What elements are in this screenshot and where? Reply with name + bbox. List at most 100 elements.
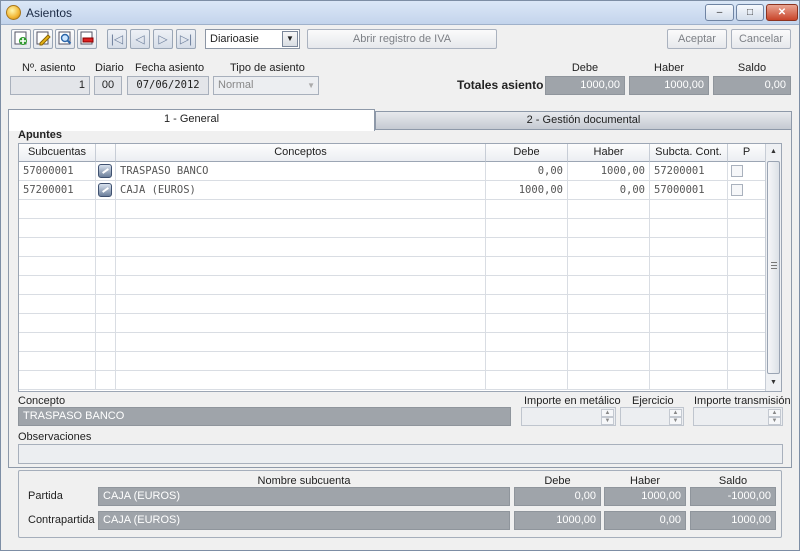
empty-row[interactable]	[19, 333, 766, 352]
next-icon[interactable]: ▷	[153, 29, 173, 49]
empty-cell[interactable]	[96, 314, 116, 333]
empty-cell[interactable]	[486, 314, 568, 333]
empty-cell[interactable]	[728, 314, 766, 333]
empty-cell[interactable]	[568, 371, 650, 390]
cell-concepto[interactable]: CAJA (EUROS)	[116, 181, 486, 200]
last-icon[interactable]: ▷|	[176, 29, 196, 49]
notebook-icon[interactable]	[96, 162, 116, 181]
col-haber[interactable]: Haber	[568, 144, 650, 162]
empty-cell[interactable]	[96, 352, 116, 371]
empty-cell[interactable]	[486, 200, 568, 219]
diario-field[interactable]: 00	[94, 76, 122, 95]
empty-row[interactable]	[19, 200, 766, 219]
empty-cell[interactable]	[19, 352, 96, 371]
cell-debe[interactable]: 0,00	[486, 162, 568, 181]
empty-cell[interactable]	[19, 371, 96, 390]
empty-row[interactable]	[19, 371, 766, 390]
empty-cell[interactable]	[486, 238, 568, 257]
empty-cell[interactable]	[728, 276, 766, 295]
col-subcta-cont[interactable]: Subcta. Cont.	[650, 144, 728, 162]
empty-cell[interactable]	[116, 257, 486, 276]
chevron-down-icon[interactable]: ▼	[282, 31, 298, 47]
empty-cell[interactable]	[19, 200, 96, 219]
empty-cell[interactable]	[568, 276, 650, 295]
observaciones-field[interactable]	[18, 444, 783, 464]
cell-contrapartida[interactable]: 57200001	[650, 162, 728, 181]
scroll-down-icon[interactable]: ▼	[766, 375, 781, 391]
empty-cell[interactable]	[650, 276, 728, 295]
empty-cell[interactable]	[19, 238, 96, 257]
empty-cell[interactable]	[486, 371, 568, 390]
empty-cell[interactable]	[19, 257, 96, 276]
cell-concepto[interactable]: TRASPASO BANCO	[116, 162, 486, 181]
empty-cell[interactable]	[96, 371, 116, 390]
empty-cell[interactable]	[650, 200, 728, 219]
table-row[interactable]: 57000001 TRASPASO BANCO 0,00 1000,00 572…	[19, 162, 766, 181]
p-checkbox[interactable]	[731, 184, 743, 196]
concepto-field[interactable]: TRASPASO BANCO	[18, 407, 511, 426]
empty-cell[interactable]	[19, 276, 96, 295]
empty-row[interactable]	[19, 276, 766, 295]
spin-up-icon[interactable]: ▲	[768, 409, 781, 417]
empty-cell[interactable]	[96, 276, 116, 295]
empty-cell[interactable]	[650, 238, 728, 257]
empty-cell[interactable]	[568, 219, 650, 238]
empty-cell[interactable]	[728, 257, 766, 276]
iva-register-button[interactable]: Abrir registro de IVA	[307, 29, 497, 49]
cell-contrapartida[interactable]: 57000001	[650, 181, 728, 200]
scroll-thumb[interactable]	[767, 161, 780, 374]
empty-cell[interactable]	[116, 371, 486, 390]
importe-transmision-field[interactable]: ▲ ▼	[693, 407, 783, 426]
empty-cell[interactable]	[116, 352, 486, 371]
empty-cell[interactable]	[116, 314, 486, 333]
empty-row[interactable]	[19, 257, 766, 276]
fecha-field[interactable]: 07/06/2012	[127, 76, 209, 95]
empty-row[interactable]	[19, 295, 766, 314]
empty-cell[interactable]	[728, 238, 766, 257]
empty-row[interactable]	[19, 219, 766, 238]
maximize-button[interactable]: □	[736, 4, 764, 21]
empty-cell[interactable]	[650, 314, 728, 333]
num-asiento-field[interactable]: 1	[10, 76, 90, 95]
empty-cell[interactable]	[486, 295, 568, 314]
empty-cell[interactable]	[568, 238, 650, 257]
spin-down-icon[interactable]: ▼	[768, 417, 781, 425]
empty-cell[interactable]	[728, 371, 766, 390]
scroll-up-icon[interactable]: ▲	[766, 144, 781, 160]
table-row[interactable]: 57200001 CAJA (EUROS) 1000,00 0,00 57000…	[19, 181, 766, 200]
prev-icon[interactable]: ◁	[130, 29, 150, 49]
empty-cell[interactable]	[650, 257, 728, 276]
empty-row[interactable]	[19, 238, 766, 257]
minimize-button[interactable]: –	[705, 4, 734, 21]
cell-debe[interactable]: 1000,00	[486, 181, 568, 200]
empty-cell[interactable]	[650, 333, 728, 352]
empty-cell[interactable]	[96, 238, 116, 257]
empty-cell[interactable]	[116, 200, 486, 219]
cell-p[interactable]	[728, 162, 766, 181]
empty-cell[interactable]	[96, 295, 116, 314]
cell-haber[interactable]: 1000,00	[568, 162, 650, 181]
empty-cell[interactable]	[19, 219, 96, 238]
col-conceptos[interactable]: Conceptos	[116, 144, 486, 162]
empty-cell[interactable]	[19, 333, 96, 352]
empty-cell[interactable]	[116, 295, 486, 314]
empty-cell[interactable]	[650, 295, 728, 314]
empty-cell[interactable]	[116, 333, 486, 352]
empty-cell[interactable]	[728, 219, 766, 238]
empty-cell[interactable]	[568, 352, 650, 371]
delete-icon[interactable]	[77, 29, 97, 49]
empty-cell[interactable]	[568, 314, 650, 333]
empty-cell[interactable]	[96, 333, 116, 352]
spin-up-icon[interactable]: ▲	[601, 409, 614, 417]
spin-up-icon[interactable]: ▲	[669, 409, 682, 417]
empty-cell[interactable]	[728, 200, 766, 219]
cell-subcuenta[interactable]: 57200001	[19, 181, 96, 200]
empty-cell[interactable]	[116, 238, 486, 257]
ejercicio-field[interactable]: ▲ ▼	[620, 407, 684, 426]
first-icon[interactable]: |◁	[107, 29, 127, 49]
empty-cell[interactable]	[486, 276, 568, 295]
vertical-scrollbar[interactable]: ▲ ▼	[765, 144, 781, 391]
empty-cell[interactable]	[116, 219, 486, 238]
empty-cell[interactable]	[650, 352, 728, 371]
cell-subcuenta[interactable]: 57000001	[19, 162, 96, 181]
